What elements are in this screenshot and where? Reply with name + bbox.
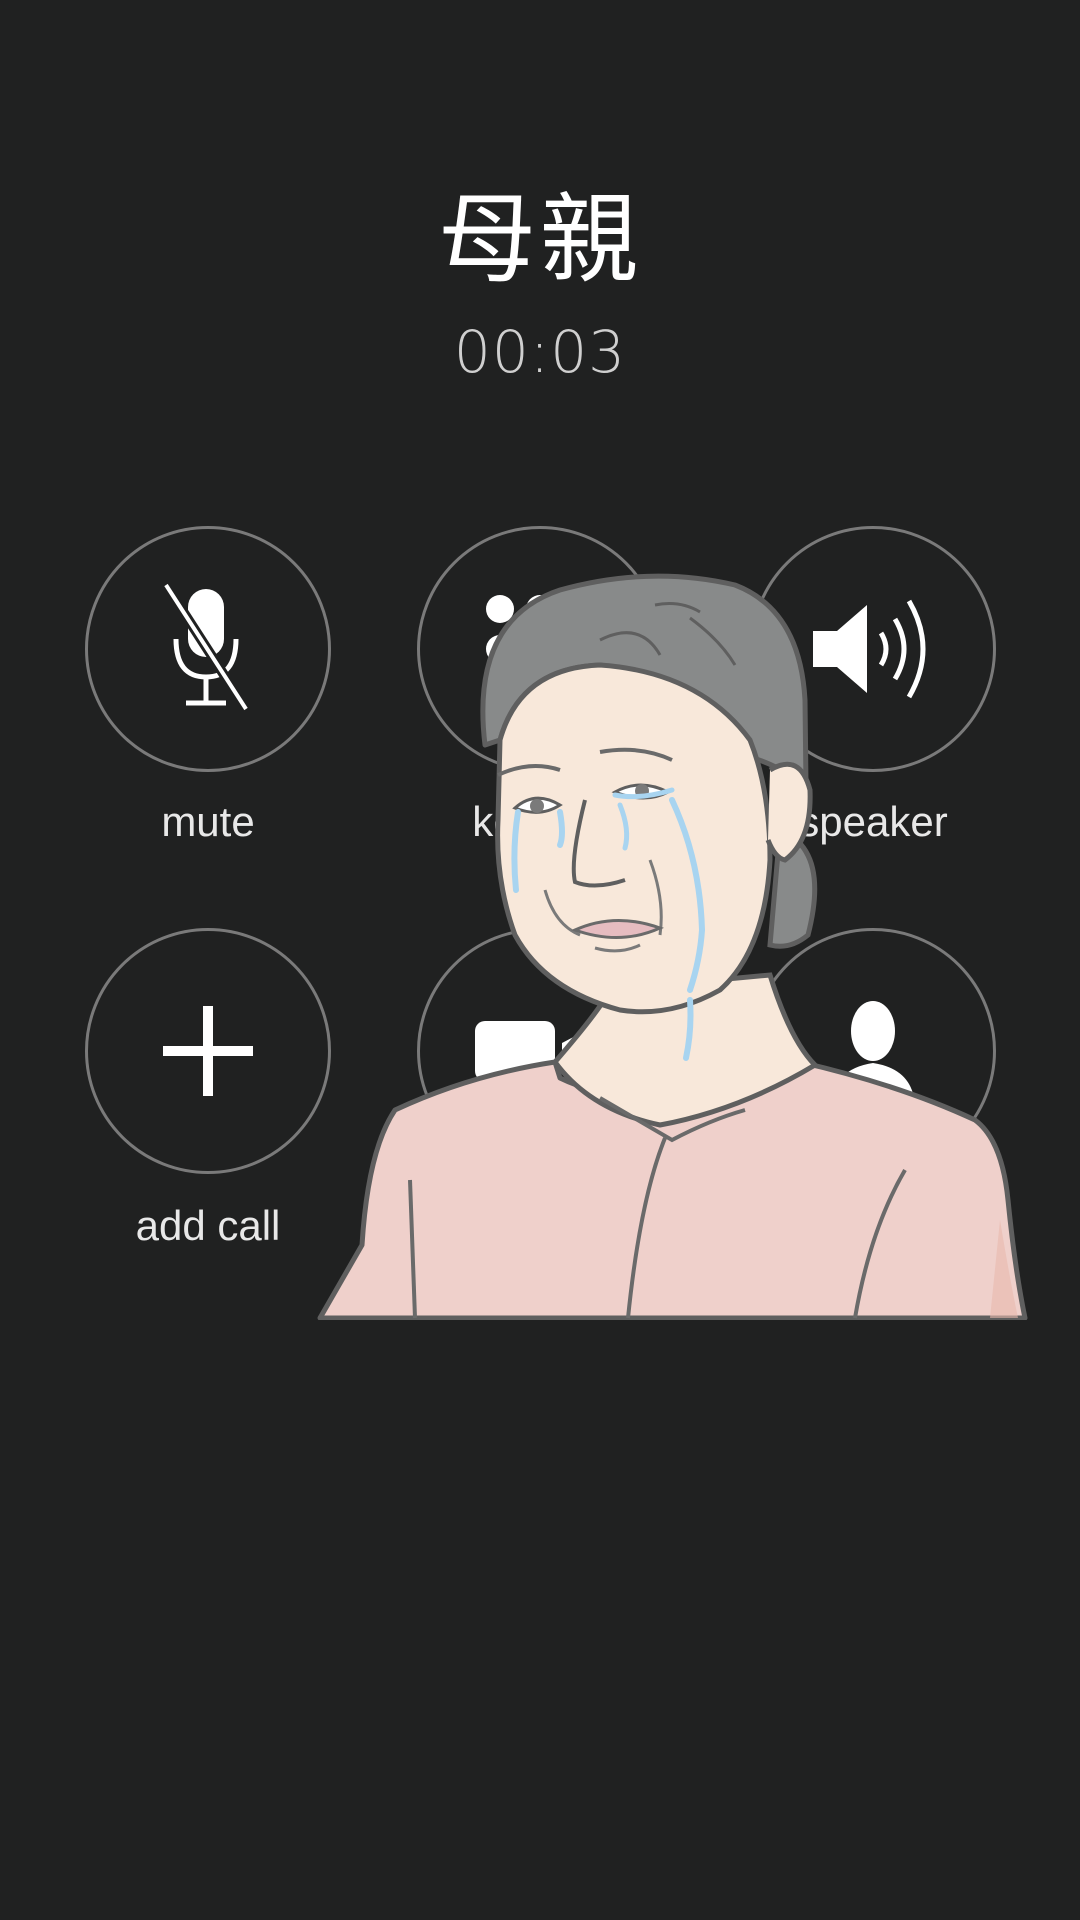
contacts-label: contacts — [794, 1202, 952, 1249]
speaker-label: speaker — [798, 798, 948, 845]
facetime-label: FaceTime — [447, 1202, 633, 1249]
call-screen: 母親 00:03 mute keypad speaker add call Fa… — [0, 0, 1080, 1920]
mute-label: mute — [161, 798, 255, 845]
call-duration: 00:03 — [453, 318, 627, 386]
contacts-button[interactable] — [750, 928, 996, 1174]
keypad-label: keypad — [472, 798, 608, 845]
caller-name: 母親 — [437, 183, 642, 297]
add-call-button[interactable] — [85, 928, 331, 1174]
add-call-label: add call — [135, 1202, 281, 1249]
plus-icon — [163, 1006, 253, 1096]
contact-person-icon — [831, 1001, 915, 1106]
mute-button[interactable] — [85, 526, 331, 772]
facetime-button[interactable] — [417, 928, 663, 1174]
microphone-muted-icon — [161, 582, 251, 712]
speaker-icon — [813, 599, 926, 699]
keypad-icon — [486, 595, 594, 703]
speaker-button[interactable] — [750, 526, 996, 772]
video-camera-icon — [475, 1021, 600, 1081]
keypad-button[interactable] — [417, 526, 663, 772]
